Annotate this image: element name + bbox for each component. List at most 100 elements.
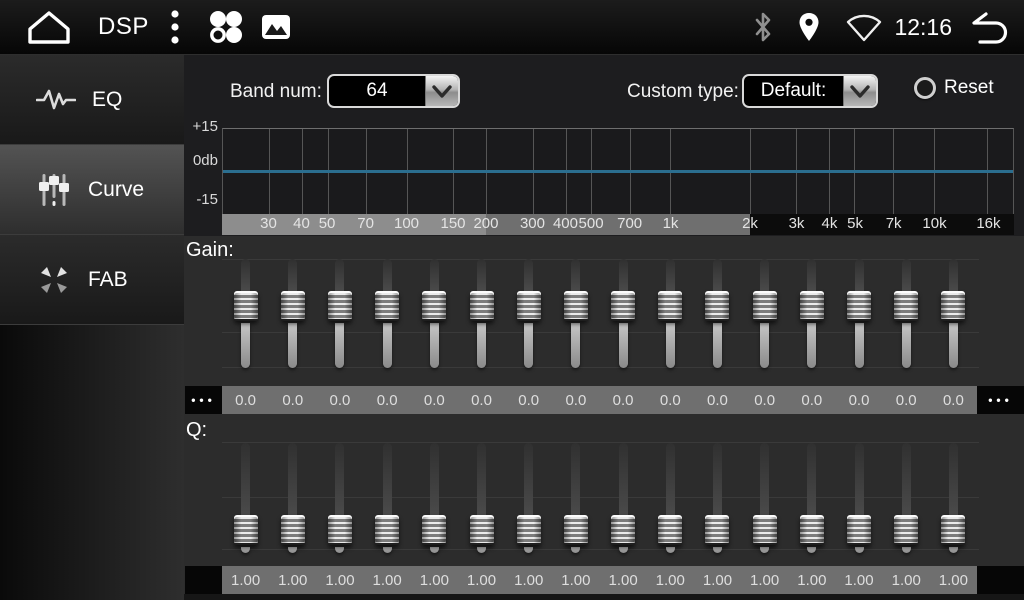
- slider-knob[interactable]: [753, 291, 777, 321]
- slider-knob[interactable]: [753, 515, 777, 545]
- slider-track-lower[interactable]: [477, 323, 486, 368]
- q-slider[interactable]: [788, 438, 835, 560]
- q-slider[interactable]: [316, 438, 363, 560]
- slider-knob[interactable]: [422, 515, 446, 545]
- band-num-select[interactable]: 64: [327, 74, 460, 108]
- slider-track-upper[interactable]: [430, 443, 439, 515]
- slider-track-lower[interactable]: [760, 547, 769, 553]
- slider-track-upper[interactable]: [477, 259, 486, 291]
- slider-track-lower[interactable]: [524, 547, 533, 553]
- slider-track-upper[interactable]: [571, 443, 580, 515]
- slider-knob[interactable]: [328, 515, 352, 545]
- slider-track-upper[interactable]: [619, 259, 628, 291]
- gain-slider[interactable]: [269, 258, 316, 378]
- sidebar-item-fab[interactable]: FAB: [0, 235, 184, 325]
- q-slider[interactable]: [222, 438, 269, 560]
- slider-track-lower[interactable]: [760, 323, 769, 368]
- slider-knob[interactable]: [611, 515, 635, 545]
- reset-radio-icon[interactable]: [914, 77, 936, 99]
- slider-track-lower[interactable]: [430, 323, 439, 368]
- slider-knob[interactable]: [470, 515, 494, 545]
- slider-track-upper[interactable]: [807, 259, 816, 291]
- slider-track-upper[interactable]: [241, 259, 250, 291]
- slider-track-lower[interactable]: [477, 547, 486, 553]
- gain-slider[interactable]: [458, 258, 505, 378]
- slider-track-lower[interactable]: [666, 323, 675, 368]
- back-icon[interactable]: [968, 9, 1010, 45]
- slider-track-upper[interactable]: [807, 443, 816, 515]
- slider-track-lower[interactable]: [335, 323, 344, 368]
- slider-track-lower[interactable]: [713, 547, 722, 553]
- gain-slider[interactable]: [411, 258, 458, 378]
- sidebar-item-curve[interactable]: Curve: [0, 145, 184, 235]
- gain-scroll-left-button[interactable]: •••: [185, 386, 222, 414]
- slider-track-lower[interactable]: [288, 547, 297, 553]
- slider-knob[interactable]: [894, 291, 918, 321]
- slider-knob[interactable]: [517, 515, 541, 545]
- slider-track-lower[interactable]: [902, 323, 911, 368]
- slider-track-lower[interactable]: [902, 547, 911, 553]
- q-slider[interactable]: [458, 438, 505, 560]
- home-icon[interactable]: [26, 9, 72, 45]
- q-slider[interactable]: [930, 438, 977, 560]
- slider-track-lower[interactable]: [241, 323, 250, 368]
- slider-track-upper[interactable]: [430, 259, 439, 291]
- gain-scroll-right-button[interactable]: •••: [977, 386, 1024, 414]
- slider-track-upper[interactable]: [855, 443, 864, 515]
- slider-track-lower[interactable]: [713, 323, 722, 368]
- slider-knob[interactable]: [705, 515, 729, 545]
- slider-knob[interactable]: [941, 515, 965, 545]
- slider-track-lower[interactable]: [619, 547, 628, 553]
- q-slider[interactable]: [269, 438, 316, 560]
- slider-track-upper[interactable]: [760, 443, 769, 515]
- gain-slider[interactable]: [222, 258, 269, 378]
- slider-knob[interactable]: [234, 291, 258, 321]
- custom-type-select[interactable]: Default:: [742, 74, 878, 108]
- gain-slider[interactable]: [552, 258, 599, 378]
- slider-knob[interactable]: [894, 515, 918, 545]
- slider-track-upper[interactable]: [335, 259, 344, 291]
- q-slider[interactable]: [883, 438, 930, 560]
- gain-slider[interactable]: [883, 258, 930, 378]
- slider-knob[interactable]: [281, 515, 305, 545]
- slider-knob[interactable]: [705, 291, 729, 321]
- slider-track-upper[interactable]: [524, 443, 533, 515]
- slider-knob[interactable]: [658, 291, 682, 321]
- slider-track-lower[interactable]: [807, 547, 816, 553]
- gain-slider[interactable]: [364, 258, 411, 378]
- slider-track-lower[interactable]: [666, 547, 675, 553]
- slider-track-upper[interactable]: [335, 443, 344, 515]
- slider-knob[interactable]: [375, 291, 399, 321]
- slider-track-upper[interactable]: [949, 443, 958, 515]
- slider-knob[interactable]: [470, 291, 494, 321]
- slider-track-lower[interactable]: [949, 323, 958, 368]
- slider-knob[interactable]: [800, 291, 824, 321]
- slider-track-lower[interactable]: [855, 547, 864, 553]
- slider-track-lower[interactable]: [571, 323, 580, 368]
- slider-track-upper[interactable]: [288, 259, 297, 291]
- gain-slider[interactable]: [835, 258, 882, 378]
- slider-knob[interactable]: [234, 515, 258, 545]
- slider-track-lower[interactable]: [383, 323, 392, 368]
- slider-track-lower[interactable]: [855, 323, 864, 368]
- slider-track-lower[interactable]: [241, 547, 250, 553]
- gain-slider[interactable]: [600, 258, 647, 378]
- sidebar-item-eq[interactable]: EQ: [0, 55, 184, 145]
- gain-slider[interactable]: [505, 258, 552, 378]
- slider-track-upper[interactable]: [477, 443, 486, 515]
- slider-knob[interactable]: [564, 515, 588, 545]
- slider-track-upper[interactable]: [241, 443, 250, 515]
- gain-slider[interactable]: [788, 258, 835, 378]
- q-slider[interactable]: [694, 438, 741, 560]
- slider-track-lower[interactable]: [335, 547, 344, 553]
- gallery-icon[interactable]: [261, 14, 291, 40]
- slider-track-upper[interactable]: [524, 259, 533, 291]
- q-slider[interactable]: [741, 438, 788, 560]
- overflow-menu-icon[interactable]: [171, 10, 179, 44]
- slider-track-upper[interactable]: [383, 259, 392, 291]
- q-slider[interactable]: [411, 438, 458, 560]
- q-slider[interactable]: [552, 438, 599, 560]
- gain-slider[interactable]: [694, 258, 741, 378]
- slider-knob[interactable]: [564, 291, 588, 321]
- slider-track-upper[interactable]: [666, 443, 675, 515]
